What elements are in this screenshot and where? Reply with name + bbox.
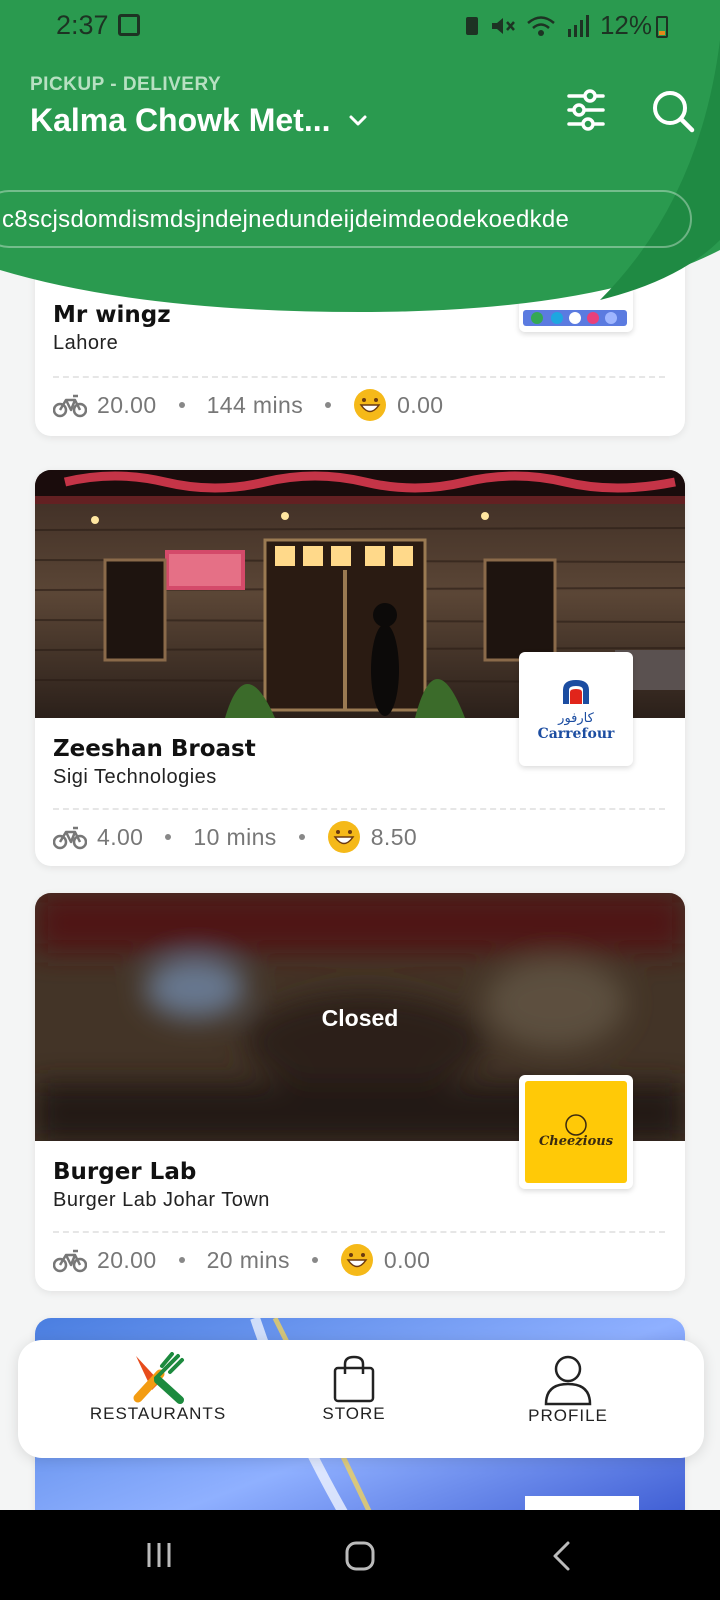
chevron-down-icon [349,115,366,125]
rating-value: 0.00 [383,1246,431,1273]
restaurants-icon [133,1352,184,1404]
app-screen: Mr wingz Lahore 20.00 144 mins 0.00 كارف… [0,0,720,1600]
restaurant-meta: 20.00 20 mins 0.00 [53,1243,430,1277]
divider [53,808,665,810]
restaurant-branch: Lahore [53,332,119,354]
separator-dot [298,834,305,840]
battery-saver-icon [465,16,478,35]
banner-marquee-text: c8scjsdomdismdsjndejnedundeijdeimdeodeko… [2,206,570,233]
divider [53,1231,665,1233]
restaurant-branch: Sigi Technologies [53,766,217,788]
announcement-banner[interactable]: c8scjsdomdismdsjndejnedundeijdeimdeodeko… [0,190,692,248]
system-navigation-bar [0,1510,720,1600]
restaurant-logo: كارفور Carrefour [519,652,633,766]
smiley-rating-icon [327,821,360,853]
bike-icon [53,394,87,418]
restaurant-logo: Cheezious [519,1075,633,1189]
cheezious-logo-text: Cheezious [539,1134,614,1149]
smiley-rating-icon [354,389,387,421]
separator-dot [178,402,185,408]
filter-icon[interactable] [566,88,606,132]
restaurant-name: Zeeshan Broast [53,736,256,762]
delivery-time: 20 mins [206,1246,290,1273]
delivery-fee: 4.00 [97,823,144,850]
rating-value: 8.50 [370,823,418,850]
bottom-navigation: RESTAURANTS STORE PROFILE [18,1340,704,1458]
separator-dot [165,834,172,840]
separator-dot [311,1257,318,1263]
divider [53,376,665,378]
delivery-time: 10 mins [193,823,277,850]
nav-label: STORE [322,1404,386,1423]
status-time: 2:37 [56,10,109,40]
restaurant-branch: Burger Lab Johar Town [53,1189,270,1211]
bike-icon [53,1249,87,1273]
nav-label: RESTAURANTS [89,1404,227,1423]
restaurant-meta: 4.00 10 mins 8.50 [53,820,417,854]
nav-store[interactable]: STORE [274,1340,434,1458]
profile-icon [544,1355,592,1406]
smiley-rating-icon [340,1244,373,1276]
status-indicators: 12% [464,10,652,41]
home-icon[interactable] [344,1540,376,1572]
mute-icon [491,17,515,34]
restaurant-card[interactable]: Closed Cheezious Burger Lab Burger Lab J… [35,893,685,1291]
back-icon[interactable] [550,1540,572,1572]
restaurant-meta: 20.00 144 mins 0.00 [53,388,443,422]
carrefour-arabic-text: كارفور [557,711,594,726]
app-header: 2:37 12% PICKUP - DELIVERY Kalma Chowk M… [0,0,720,312]
recent-apps-icon[interactable] [144,1540,174,1570]
nav-label: PROFILE [528,1406,608,1425]
order-mode-label: PICKUP - DELIVERY [30,74,222,95]
signal-icon [567,14,589,37]
restaurant-card[interactable]: كارفور Carrefour Zeeshan Broast Sigi Tec… [35,470,685,866]
separator-dot [178,1257,185,1263]
shopping-bag-icon [333,1355,375,1403]
battery-percent: 12% [599,10,652,40]
location-text: Kalma Chowk Met... [30,102,331,138]
status-bar: 2:37 12% [0,0,720,52]
nav-restaurants[interactable]: RESTAURANTS [58,1340,258,1458]
separator-dot [325,402,332,408]
rating-value: 0.00 [397,391,444,418]
delivery-fee: 20.00 [97,391,157,418]
closed-badge: Closed [321,1005,399,1031]
delivery-time: 144 mins [206,391,304,418]
restaurant-name: Burger Lab [53,1159,197,1185]
battery-icon [656,16,668,38]
wifi-icon [527,15,555,36]
carrefour-logo-text: Carrefour [538,726,615,742]
image-notification-icon [118,14,140,36]
delivery-fee: 20.00 [97,1246,157,1273]
location-selector[interactable]: Kalma Chowk Met... [30,102,369,139]
nav-profile[interactable]: PROFILE [488,1340,648,1458]
search-icon[interactable] [650,88,696,134]
bike-icon [53,826,87,850]
